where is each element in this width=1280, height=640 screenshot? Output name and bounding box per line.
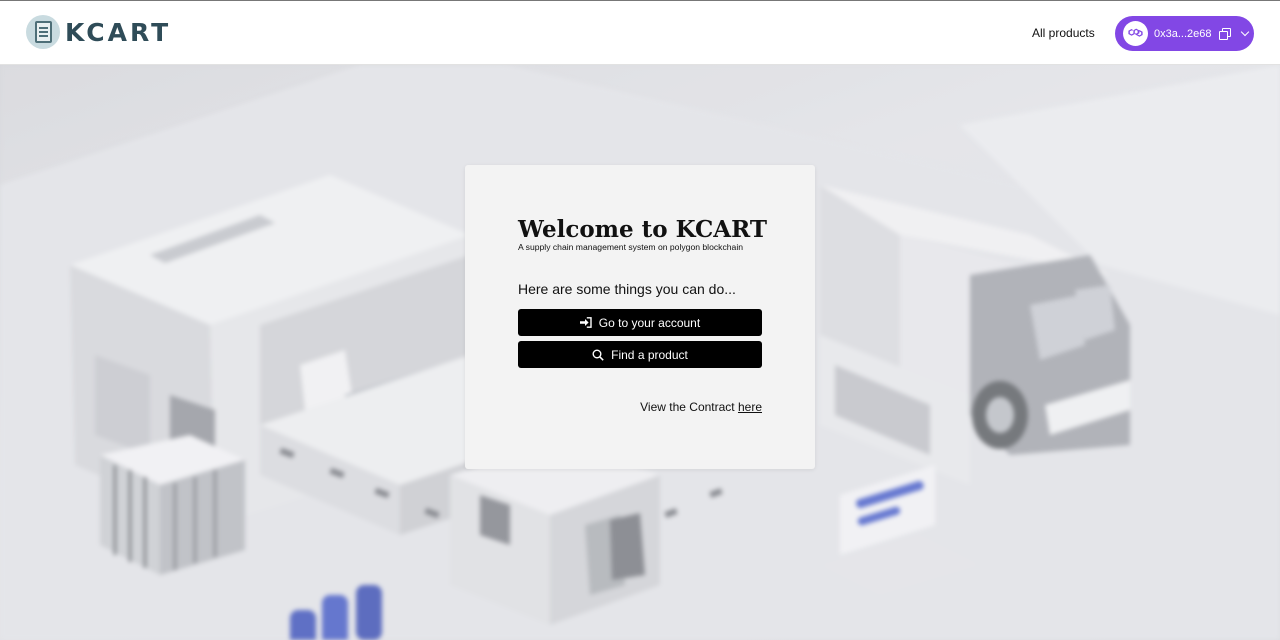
welcome-title: Welcome to KCART [518,216,767,243]
logo-text: KCART [65,17,172,47]
search-icon [592,349,604,361]
things-you-can-do: Here are some things you can do... [518,281,736,297]
kcart-logo[interactable]: KCART [26,14,171,50]
welcome-subtitle: A supply chain management system on poly… [518,242,744,252]
go-to-account-label: Go to your account [598,315,701,330]
polygon-icon [1123,21,1148,46]
copy-icon[interactable] [1218,28,1231,40]
contract-link[interactable]: here [738,400,762,414]
top-navbar: KCART All products 0x3a...2e68 [0,0,1280,65]
chevron-down-icon[interactable] [1240,27,1249,37]
go-to-account-button[interactable]: Go to your account [518,309,762,336]
nav-all-products[interactable]: All products [1032,26,1095,40]
logo-icon [26,15,60,49]
view-contract-line: View the Contract here [640,400,762,414]
hero-background: Welcome to KCART A supply chain manageme… [0,65,1280,640]
wallet-button[interactable]: 0x3a...2e68 [1115,16,1254,51]
welcome-card: Welcome to KCART A supply chain manageme… [465,165,815,469]
sign-in-icon [579,317,592,328]
view-contract-text: View the Contract [640,400,738,414]
find-product-button[interactable]: Find a product [518,341,762,368]
wallet-address: 0x3a...2e68 [1154,27,1212,40]
find-product-label: Find a product [611,347,688,362]
